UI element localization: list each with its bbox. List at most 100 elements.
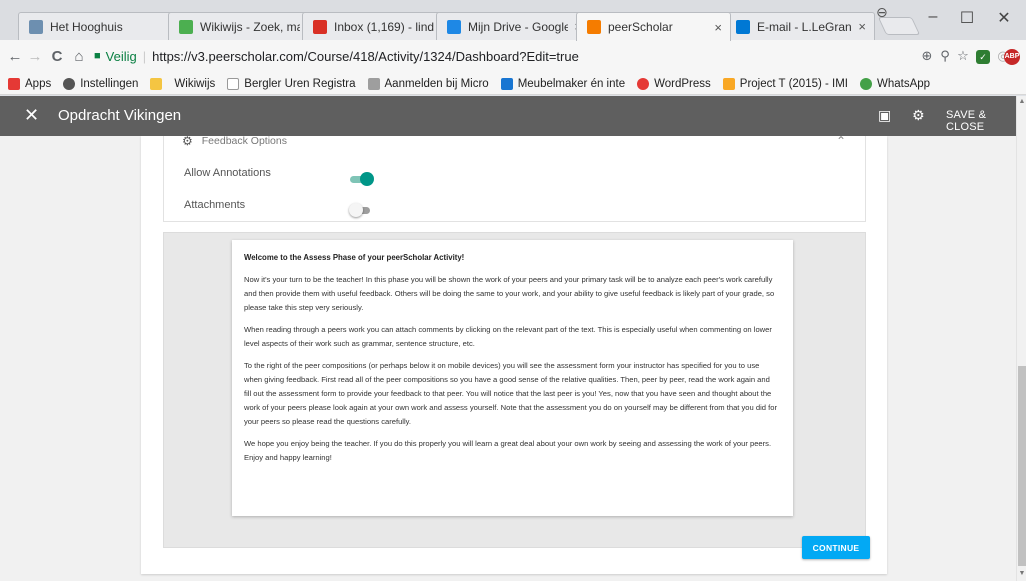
home-icon[interactable]: ⌂: [70, 48, 88, 65]
tab-title: Wikiwijs - Zoek, maak: [200, 19, 300, 34]
bookmark-label: Apps: [25, 77, 52, 90]
bookmarks-bar: Apps Instellingen Wikiwijs Bergler Uren …: [0, 73, 1026, 95]
activity-card: ⚙ Feedback Options ⌃ Allow Annotations A…: [141, 136, 887, 574]
tab-favicon-icon: [179, 19, 193, 34]
scrollbar-thumb[interactable]: [1018, 366, 1026, 566]
close-window-icon[interactable]: ✕: [988, 8, 1020, 28]
scroll-down-icon[interactable]: ▼: [1017, 570, 1026, 577]
gear-icon: ⚙: [182, 136, 193, 148]
minimize-icon[interactable]: –: [917, 8, 949, 26]
bookmark-label: Wikiwijs: [174, 77, 216, 90]
tab-inbox[interactable]: Inbox (1,169) - lindale ×: [302, 12, 457, 40]
page-scrollbar[interactable]: ▲ ▼: [1016, 96, 1026, 581]
toggle-knob: [349, 203, 363, 217]
welcome-message-box: Welcome to the Assess Phase of your peer…: [232, 240, 793, 516]
bookmark-label: WordPress: [654, 77, 711, 90]
extension-check-icon[interactable]: ✓: [976, 50, 990, 64]
bookmark-star-icon[interactable]: ☆: [954, 48, 972, 64]
close-icon[interactable]: ✕: [24, 105, 39, 126]
profile-icon[interactable]: ⊖: [876, 4, 888, 21]
adblock-icon[interactable]: ABP: [1004, 49, 1020, 65]
message-paragraph: To the right of the peer compositions (o…: [244, 361, 777, 426]
bookmark-meubelmaker[interactable]: Meubelmaker én inte: [500, 77, 626, 90]
assess-phase-panel: Welcome to the Assess Phase of your peer…: [163, 232, 866, 548]
bookmark-label: Instellingen: [80, 77, 139, 90]
omnibox-divider: |: [142, 48, 147, 64]
wordpress-icon: [637, 77, 650, 90]
tab-title: Inbox (1,169) - lindale: [334, 19, 435, 34]
continue-button[interactable]: CONTINUE: [802, 536, 870, 559]
bookmark-microsoft[interactable]: Aanmelden bij Micro: [367, 77, 489, 90]
back-icon[interactable]: ←: [6, 48, 24, 65]
pin-icon[interactable]: ⚲: [936, 48, 954, 64]
outlook-favicon-icon: [736, 19, 750, 34]
bookmark-wikiwijs[interactable]: Wikiwijs: [174, 78, 215, 90]
secure-label: Veilig: [105, 48, 137, 64]
bookmark-label: WhatsApp: [877, 77, 931, 90]
preview-icon[interactable]: ▣: [878, 107, 891, 124]
bookmark-apps[interactable]: Apps: [8, 77, 52, 90]
message-paragraph: When reading through a peers work you ca…: [244, 325, 772, 348]
toggle-knob: [360, 172, 374, 186]
whatsapp-icon: [860, 77, 873, 90]
scroll-up-icon[interactable]: ▲: [1017, 98, 1026, 105]
peerscholar-favicon-icon: [587, 20, 601, 34]
bookmark-label: Aanmelden bij Micro: [384, 77, 489, 90]
attachments-toggle[interactable]: [349, 203, 372, 217]
tab-close-icon[interactable]: ×: [714, 20, 722, 35]
address-bar[interactable]: ■ Veilig | https://v3.peerscholar.com/Co…: [94, 44, 884, 68]
browser-toolbar: ← → C ⌂ ■ Veilig | https://v3.peerschola…: [0, 40, 1026, 73]
allow-annotations-label: Allow Annotations: [184, 167, 271, 179]
bookmark-label: Meubelmaker én inte: [517, 77, 626, 90]
bookmark-label: Bergler Uren Registra: [244, 77, 356, 90]
drive-favicon-icon: [447, 19, 461, 34]
settings-gear-icon[interactable]: ⚙: [912, 107, 925, 124]
bookmark-folder[interactable]: [150, 77, 163, 90]
maximize-icon[interactable]: ☐: [951, 8, 983, 28]
forward-icon[interactable]: →: [26, 48, 44, 65]
gear-icon: [63, 77, 76, 90]
lock-icon: ■: [94, 50, 101, 62]
message-paragraph: We hope you enjoy being the teacher. If …: [244, 439, 772, 462]
tab-title: E-mail - L.LeGrand@: [757, 19, 852, 34]
tab-title: Mijn Drive - Google D: [468, 19, 569, 34]
microsoft-icon: [367, 77, 380, 90]
tab-favicon-icon: [29, 19, 43, 34]
tab-title: Het Hooghuis: [50, 19, 123, 34]
feedback-options-title: Feedback Options: [201, 136, 287, 147]
tab-close-icon[interactable]: ×: [858, 19, 866, 34]
main-content: ⚙ Feedback Options ⌃ Allow Annotations A…: [0, 136, 1016, 581]
tab-wikiwijs[interactable]: Wikiwijs - Zoek, maak ×: [168, 12, 323, 40]
bookmark-bergler[interactable]: Bergler Uren Registra: [227, 77, 356, 90]
bookmark-wordpress[interactable]: WordPress: [637, 77, 711, 90]
feedback-options-panel: ⚙ Feedback Options ⌃ Allow Annotations A…: [163, 136, 866, 222]
bookmark-instellingen[interactable]: Instellingen: [63, 77, 139, 90]
feedback-options-header[interactable]: ⚙ Feedback Options: [182, 136, 287, 148]
tab-email[interactable]: E-mail - L.LeGrand@ ×: [725, 12, 875, 40]
page-icon: [227, 77, 240, 90]
message-paragraph: Now it's your turn to be the teacher! In…: [244, 275, 775, 312]
bookmark-whatsapp[interactable]: WhatsApp: [860, 77, 931, 90]
zoom-icon[interactable]: ⊕: [918, 48, 936, 64]
page-title: Opdracht Vikingen: [58, 107, 182, 124]
reload-icon[interactable]: C: [48, 48, 66, 65]
browser-tab-strip: Het Hooghuis × Wikiwijs - Zoek, maak × I…: [0, 0, 1026, 41]
chevron-up-icon[interactable]: ⌃: [836, 136, 846, 148]
bookmark-label: Project T (2015) - IMI: [739, 77, 849, 90]
folder-icon: [150, 77, 163, 90]
bookmark-project-t[interactable]: Project T (2015) - IMI: [722, 77, 849, 90]
meubelmaker-icon: [500, 77, 513, 90]
imdb-icon: [722, 77, 735, 90]
gmail-favicon-icon: [313, 19, 327, 34]
tab-google-drive[interactable]: Mijn Drive - Google D ×: [436, 12, 591, 40]
tab-het-hooghuis[interactable]: Het Hooghuis ×: [18, 12, 192, 40]
tab-peerscholar[interactable]: peerScholar ×: [576, 12, 731, 41]
url-text[interactable]: https://v3.peerscholar.com/Course/418/Ac…: [152, 49, 579, 64]
allow-annotations-toggle[interactable]: [350, 172, 374, 186]
apps-grid-icon: [8, 77, 20, 90]
tab-title: peerScholar: [608, 20, 673, 34]
app-header: ✕ Opdracht Vikingen ▣ ⚙ SAVE & CLOSE: [0, 96, 1016, 136]
welcome-title: Welcome to the Assess Phase of your peer…: [244, 253, 465, 262]
attachments-label: Attachments: [184, 199, 246, 211]
save-close-button[interactable]: SAVE & CLOSE: [946, 109, 1016, 133]
